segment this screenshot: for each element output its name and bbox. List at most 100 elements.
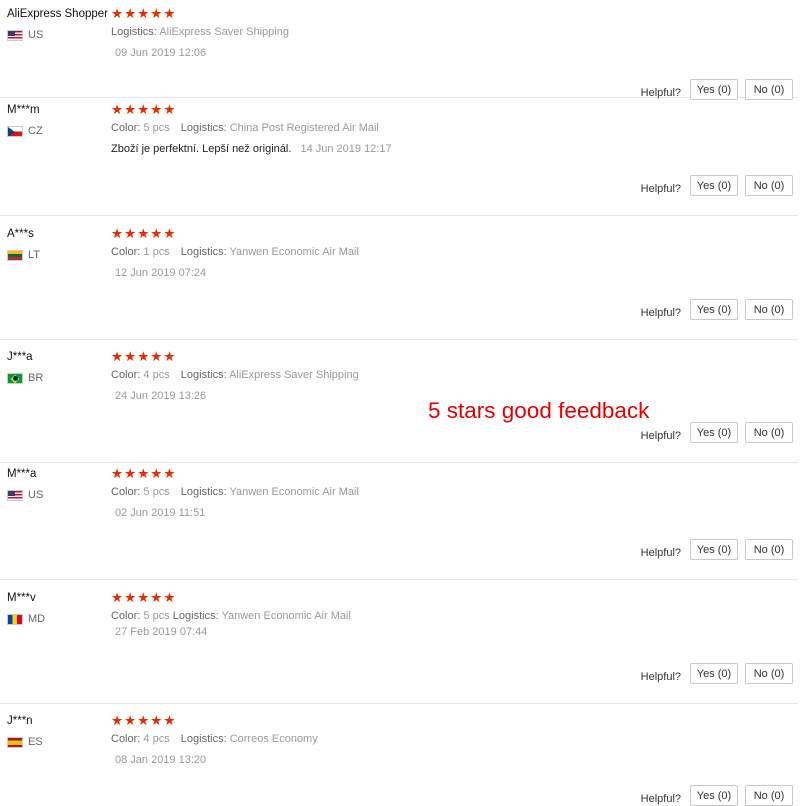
helpful-no-button[interactable]: No (0) [745, 299, 793, 320]
logistics-value: Yanwen Economic Air Mail [229, 486, 359, 498]
reviewer-country: ES [7, 736, 43, 748]
overlay-caption: 5 stars good feedback [428, 398, 650, 423]
helpful-yes-button[interactable]: Yes (0) [690, 785, 738, 806]
helpful-yes-button[interactable]: Yes (0) [690, 663, 738, 684]
helpful-vote: Helpful? Yes (0) No (0) [641, 663, 793, 684]
logistics-label: Logistics: [172, 610, 219, 622]
helpful-yes-button[interactable]: Yes (0) [690, 79, 738, 100]
country-code: US [28, 29, 44, 41]
feedback-text: Zboží je perfektní. Lepší než originál. [111, 143, 292, 155]
helpful-yes-button[interactable]: Yes (0) [690, 175, 738, 196]
review-item: M***m CZ ★★★★★ Color: 5 pcs Logistics: C… [0, 102, 798, 216]
country-code: BR [28, 372, 44, 384]
helpful-label: Helpful? [640, 670, 681, 683]
color-label: Color: [111, 122, 141, 134]
color-value: 1 pcs [143, 246, 170, 258]
color-value: 5 pcs [143, 486, 170, 498]
helpful-no-button[interactable]: No (0) [745, 422, 793, 443]
helpful-vote: Helpful? Yes (0) No (0) [641, 299, 793, 320]
reviewer-country: CZ [7, 125, 43, 137]
review-attributes: Color: 4 pcs Logistics: Correos Economy [111, 733, 318, 745]
review-date: 02 Jun 2019 11:51 [115, 507, 206, 519]
color-label: Color: [111, 610, 141, 622]
helpful-label: Helpful? [640, 429, 681, 442]
review-attributes: Logistics: AliExpress Saver Shipping [111, 26, 289, 38]
logistics-value: Yanwen Economic Air Mail [221, 610, 351, 622]
reviewer-name[interactable]: AliExpress Shopper [7, 8, 108, 20]
review-date: 08 Jan 2019 13:20 [115, 754, 207, 766]
helpful-no-button[interactable]: No (0) [745, 785, 793, 806]
helpful-vote: Helpful? Yes (0) No (0) [641, 539, 793, 560]
reviewer-name[interactable]: M***a [7, 468, 36, 480]
logistics-value: Yanwen Economic Air Mail [229, 246, 359, 258]
star-rating: ★★★★★ [111, 713, 177, 728]
logistics-label: Logistics: [180, 733, 227, 745]
md-flag-icon [7, 613, 23, 625]
lt-flag-icon [7, 249, 23, 261]
helpful-label: Helpful? [640, 86, 681, 99]
helpful-label: Helpful? [640, 182, 681, 195]
country-code: LT [28, 249, 41, 261]
review-item: A***s LT ★★★★★ Color: 1 pcs Logistics: Y… [0, 226, 798, 340]
reviewer-name[interactable]: M***m [7, 104, 40, 116]
star-rating: ★★★★★ [111, 590, 177, 605]
helpful-no-button[interactable]: No (0) [745, 175, 793, 196]
helpful-yes-button[interactable]: Yes (0) [690, 422, 738, 443]
color-value: 4 pcs [143, 369, 170, 381]
helpful-no-button[interactable]: No (0) [745, 79, 793, 100]
country-code: CZ [28, 125, 43, 137]
helpful-label: Helpful? [640, 792, 681, 805]
reviewer-name[interactable]: J***a [7, 351, 33, 363]
logistics-label: Logistics: [111, 26, 157, 38]
logistics-value: Correos Economy [229, 733, 318, 745]
review-date: 24 Jun 2019 13:26 [115, 390, 207, 402]
color-value: 5 pcs [143, 122, 170, 134]
us-flag-icon [7, 489, 23, 501]
country-code: ES [28, 736, 43, 748]
star-rating: ★★★★★ [111, 349, 177, 364]
logistics-label: Logistics: [180, 486, 227, 498]
country-code: MD [28, 613, 46, 625]
helpful-vote: Helpful? Yes (0) No (0) [641, 422, 793, 443]
helpful-vote: Helpful? Yes (0) No (0) [641, 79, 793, 100]
reviewer-name[interactable]: J***n [7, 715, 33, 727]
review-date: 09 Jun 2019 12:06 [115, 47, 207, 59]
helpful-label: Helpful? [640, 546, 681, 559]
review-item: AliExpress Shopper US ★★★★★ Logistics: A… [0, 6, 798, 100]
review-item: M***v MD ★★★★★ Color: 5 pcs Logistics: Y… [0, 590, 798, 704]
star-rating: ★★★★★ [111, 226, 177, 241]
color-value: 5 pcs [143, 610, 170, 622]
us-flag-icon [7, 29, 23, 41]
logistics-value: China Post Registered Air Mail [229, 122, 379, 134]
helpful-yes-button[interactable]: Yes (0) [690, 539, 738, 560]
helpful-no-button[interactable]: No (0) [745, 663, 793, 684]
review-attributes: Color: 5 pcs Logistics: Yanwen Economic … [111, 610, 351, 622]
color-label: Color: [111, 369, 141, 381]
reviewer-country: MD [7, 613, 45, 625]
review-feedback: Zboží je perfektní. Lepší než originál. … [111, 143, 392, 155]
br-flag-icon [7, 372, 23, 384]
helpful-vote: Helpful? Yes (0) No (0) [641, 785, 793, 806]
star-rating: ★★★★★ [111, 6, 177, 21]
logistics-label: Logistics: [180, 122, 227, 134]
review-attributes: Color: 4 pcs Logistics: AliExpress Saver… [111, 369, 359, 381]
country-code: US [28, 489, 44, 501]
helpful-no-button[interactable]: No (0) [745, 539, 793, 560]
reviewer-country: LT [7, 249, 40, 261]
review-attributes: Color: 5 pcs Logistics: Yanwen Economic … [111, 486, 359, 498]
helpful-label: Helpful? [640, 306, 681, 319]
helpful-yes-button[interactable]: Yes (0) [690, 299, 738, 320]
review-item: J***n ES ★★★★★ Color: 4 pcs Logistics: C… [0, 713, 798, 806]
review-item: J***a BR ★★★★★ Color: 4 pcs Logistics: A… [0, 349, 798, 463]
review-date: 27 Feb 2019 07:44 [115, 626, 208, 638]
reviewer-name[interactable]: M***v [7, 592, 36, 604]
es-flag-icon [7, 736, 23, 748]
reviewer-name[interactable]: A***s [7, 228, 34, 240]
star-rating: ★★★★★ [111, 466, 177, 481]
color-label: Color: [111, 486, 141, 498]
logistics-label: Logistics: [180, 246, 227, 258]
logistics-value: AliExpress Saver Shipping [229, 369, 359, 381]
star-rating: ★★★★★ [111, 102, 177, 117]
color-value: 4 pcs [143, 733, 170, 745]
reviewer-country: US [7, 29, 43, 41]
